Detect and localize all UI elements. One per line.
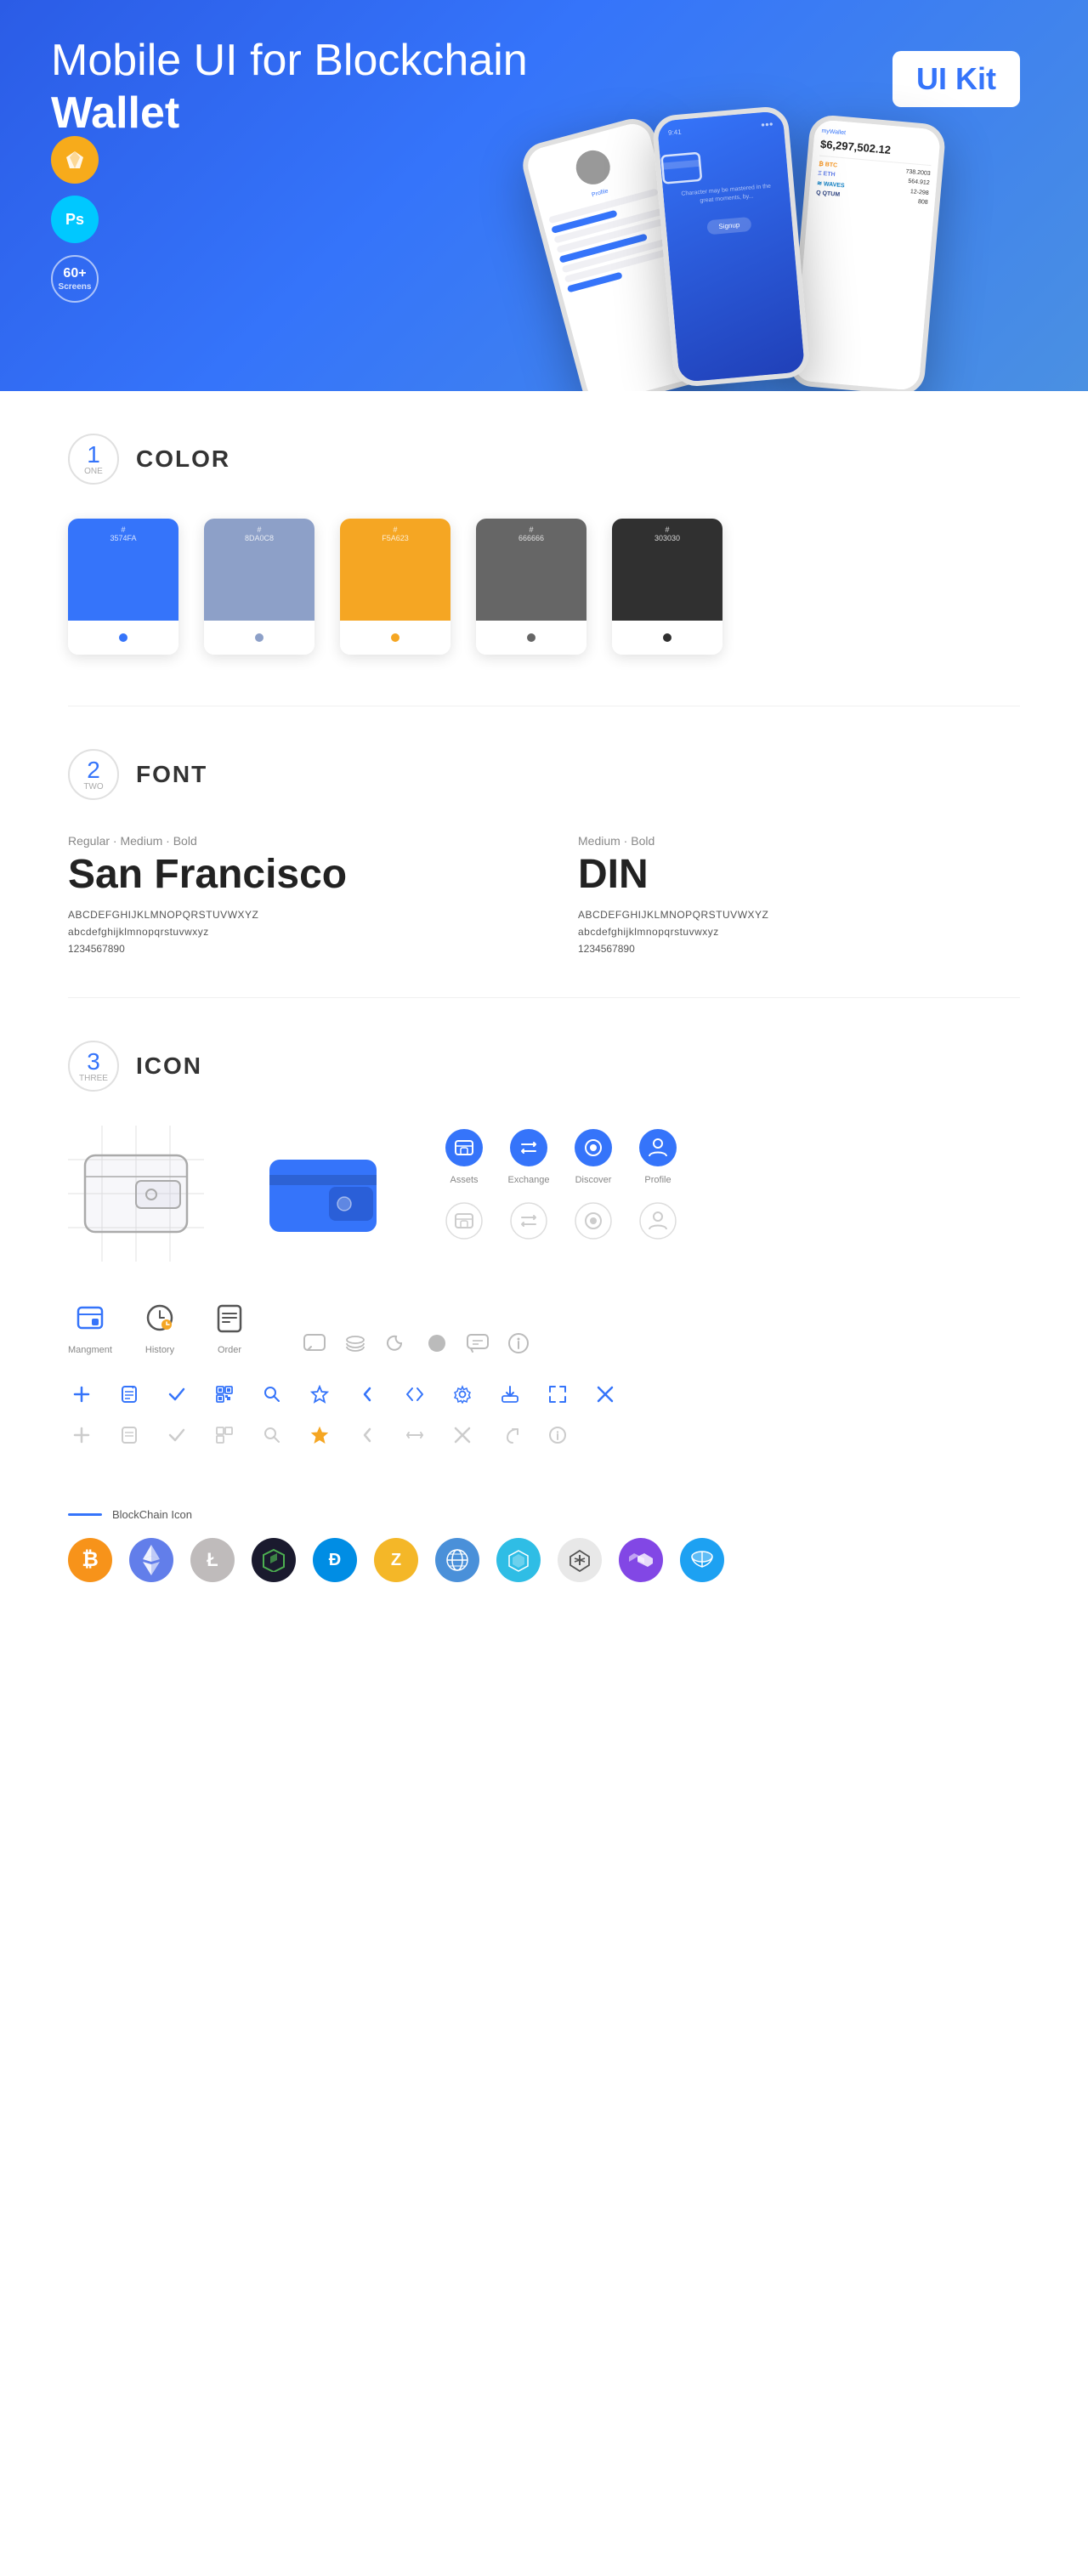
management-icon: Mangment <box>68 1296 112 1355</box>
chat-icon <box>303 1331 326 1355</box>
order-icon: Order <box>207 1296 252 1355</box>
bitcoin-icon: ₿ <box>68 1538 112 1582</box>
speech-icon <box>466 1331 490 1355</box>
nav-icons-row-1: Assets Exchange <box>442 1126 680 1185</box>
color-swatches: #3574FA #8DA0C8 #F5A623 #666666 #303030 <box>68 519 1020 655</box>
utility-icons-blue <box>68 1381 1020 1408</box>
redo-icon-gray <box>496 1421 524 1449</box>
bottom-nav-icons: Mangment History <box>68 1296 252 1355</box>
utility-icons-gray <box>68 1421 1020 1449</box>
phone-right: myWallet $6,297,502.12 ₿ BTC 738.2003 Ξ … <box>787 114 946 391</box>
search-icon <box>258 1381 286 1408</box>
fonts-row: Regular · Medium · Bold San Francisco AB… <box>68 834 1020 955</box>
screens-badge: 60+ Screens <box>51 255 99 303</box>
ps-icon: Ps <box>51 196 99 243</box>
litecoin-icon: Ł <box>190 1538 235 1582</box>
section-3-header: 3 THREE ICON <box>68 1041 1020 1092</box>
chevron-left-icon-gray <box>354 1421 381 1449</box>
font-din: Medium · Bold DIN ABCDEFGHIJKLMNOPQRSTUV… <box>578 834 1020 955</box>
icon-section-title: ICON <box>136 1053 202 1080</box>
assets-icon-item: Assets <box>442 1126 486 1185</box>
phone-center: 9:41 ●●● Character may be mastered in th… <box>651 105 810 389</box>
color-section-title: COLOR <box>136 445 230 473</box>
info-icon-gray <box>544 1421 571 1449</box>
font-section-title: FONT <box>136 761 207 788</box>
gray-crypto-icon <box>558 1538 602 1582</box>
share-icon <box>401 1381 428 1408</box>
color-swatch-1: #8DA0C8 <box>204 519 314 655</box>
hero-section: Mobile UI for Blockchain Wallet UI Kit P… <box>0 0 1088 391</box>
ethereum-icon <box>129 1538 173 1582</box>
token-icon <box>496 1538 541 1582</box>
network-icon <box>435 1538 479 1582</box>
discover-icon-item: Discover <box>571 1126 615 1185</box>
profile-icon-outline <box>636 1199 680 1243</box>
section-3-number: 3 THREE <box>68 1041 119 1092</box>
expand-icon <box>544 1381 571 1408</box>
zcash-icon: Z <box>374 1538 418 1582</box>
dash-icon: Đ <box>313 1538 357 1582</box>
layers-icon <box>343 1331 367 1355</box>
chevron-left-icon <box>354 1381 381 1408</box>
big-icon-area: Assets Exchange <box>68 1126 1020 1262</box>
moon-icon <box>384 1331 408 1355</box>
color-swatch-0: #3574FA <box>68 519 178 655</box>
note-icon <box>116 1381 143 1408</box>
blockchain-section: BlockChain Icon ₿ Ł Đ Z <box>0 1491 1088 1625</box>
arrows-icon-gray <box>401 1421 428 1449</box>
info-icon <box>507 1331 530 1355</box>
plus-icon <box>68 1381 95 1408</box>
bottom-nav-icons-area: Mangment History <box>68 1296 1020 1355</box>
exchange-icon-outline <box>507 1199 551 1243</box>
check-icon-gray <box>163 1421 190 1449</box>
qr-icon-gray <box>211 1421 238 1449</box>
color-swatch-2: #F5A623 <box>340 519 450 655</box>
nav-icons-row-2 <box>442 1199 680 1243</box>
history-icon: History <box>138 1296 182 1355</box>
settings-icon <box>449 1381 476 1408</box>
x-icon-gray <box>449 1421 476 1449</box>
misc-icons-row <box>303 1331 530 1355</box>
color-swatch-4: #303030 <box>612 519 722 655</box>
section-1-number: 1 ONE <box>68 434 119 485</box>
discover-icon-outline <box>571 1199 615 1243</box>
color-swatch-3: #666666 <box>476 519 586 655</box>
circle-icon <box>425 1331 449 1355</box>
blockchain-label-row: BlockChain Icon <box>68 1508 1020 1521</box>
assets-icon-outline <box>442 1199 486 1243</box>
section-2-number: 2 TWO <box>68 749 119 800</box>
hero-title: Mobile UI for Blockchain Wallet <box>51 34 561 140</box>
crypto-icons-row: ₿ Ł Đ Z <box>68 1538 1020 1582</box>
star-icon-orange <box>306 1421 333 1449</box>
dark-coin-icon <box>252 1538 296 1582</box>
exchange-icon-item: Exchange <box>507 1126 551 1185</box>
section-1-header: 1 ONE COLOR <box>68 434 1020 485</box>
profile-icon-item: Profile <box>636 1126 680 1185</box>
polygon-icon <box>619 1538 663 1582</box>
check-icon <box>163 1381 190 1408</box>
section-2-header: 2 TWO FONT <box>68 749 1020 800</box>
color-section: 1 ONE COLOR #3574FA #8DA0C8 #F5A623 #666… <box>0 391 1088 706</box>
font-section: 2 TWO FONT Regular · Medium · Bold San F… <box>0 706 1088 997</box>
close-icon <box>592 1381 619 1408</box>
star-icon <box>306 1381 333 1408</box>
wireframe-wallet-icon <box>68 1126 204 1262</box>
note-icon-gray <box>116 1421 143 1449</box>
blue-wallet-icon <box>255 1126 391 1262</box>
hero-tools: Ps 60+ Screens <box>51 136 99 303</box>
blockchain-line <box>68 1513 102 1516</box>
search-icon-gray <box>258 1421 286 1449</box>
plus-icon-gray <box>68 1421 95 1449</box>
icon-section: 3 THREE ICON <box>0 998 1088 1491</box>
phone-mockups: Profile 9:41 ●●● <box>493 51 1088 391</box>
qr-icon <box>211 1381 238 1408</box>
font-san-francisco: Regular · Medium · Bold San Francisco AB… <box>68 834 510 955</box>
nav-icons-area: Assets Exchange <box>442 1126 680 1243</box>
sky-coin-icon <box>680 1538 724 1582</box>
sketch-icon <box>51 136 99 184</box>
download-icon <box>496 1381 524 1408</box>
